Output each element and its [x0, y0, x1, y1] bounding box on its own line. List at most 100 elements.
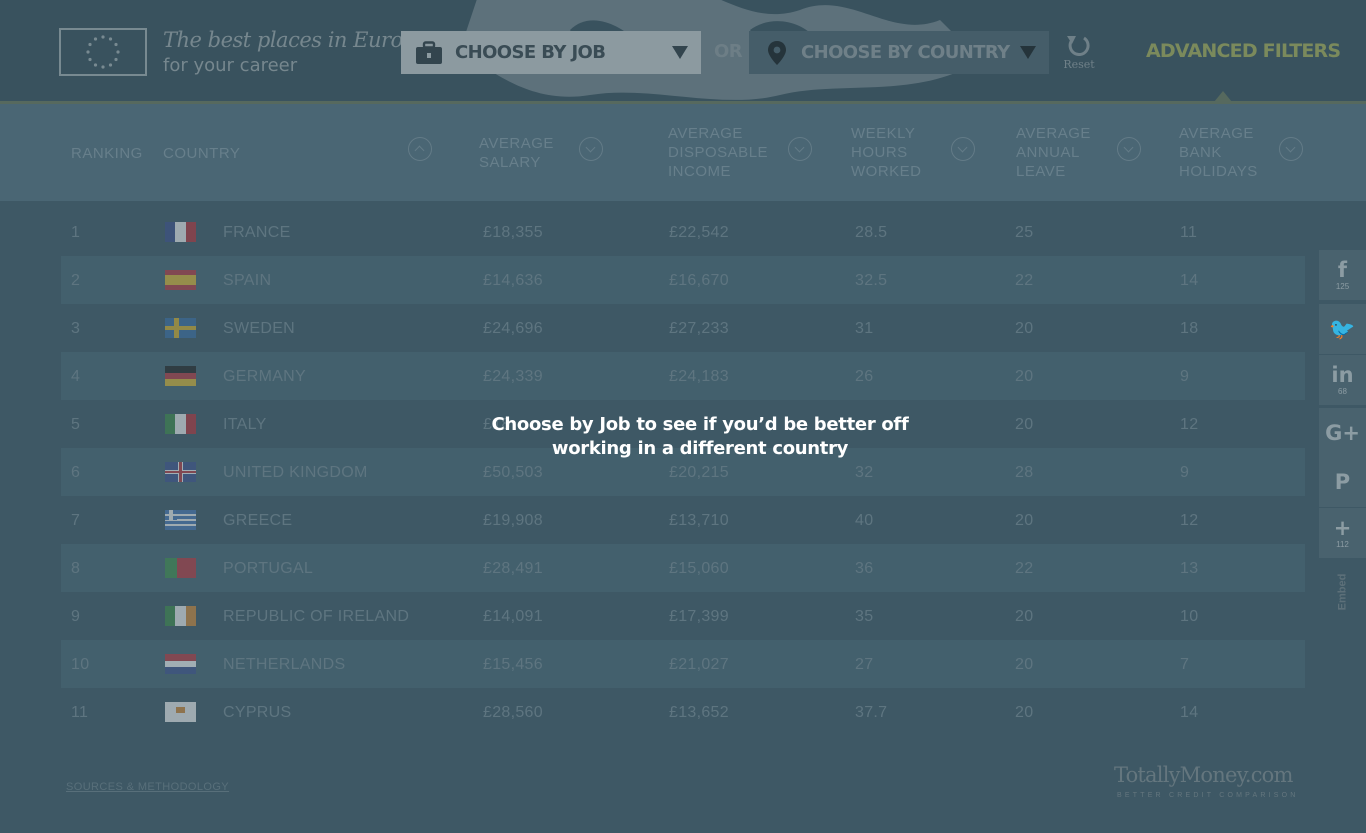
choose-job-prompt: Choose by Job to see if you’d be better …	[491, 414, 909, 459]
embed-button[interactable]: Embed	[1336, 574, 1350, 614]
cell-hours: 27	[855, 656, 874, 673]
table-row[interactable]: 4 GERMANY £24,339 £24,183 26 20 9	[61, 352, 1305, 400]
cell-hours: 28.5	[855, 224, 888, 241]
column-header-line: WEEKLY	[851, 125, 916, 142]
eu-flag-logo[interactable]	[59, 28, 147, 76]
reset-button[interactable]: Reset	[1062, 32, 1096, 74]
column-header-line: AVERAGE	[1016, 125, 1091, 142]
choose-by-country-select[interactable]: CHOOSE BY COUNTRY	[749, 31, 1049, 74]
column-header-line: AVERAGE	[668, 125, 743, 142]
cell-country[interactable]: SPAIN	[223, 272, 271, 290]
sources-methodology-link[interactable]: SOURCES & METHODOLOGY	[66, 781, 229, 793]
cell-country[interactable]: PORTUGAL	[223, 560, 313, 578]
cell-income: £22,542	[669, 224, 729, 241]
flag-ie-icon	[165, 606, 196, 626]
cell-income: £13,710	[669, 512, 729, 529]
more-share-icon: +	[1333, 516, 1352, 540]
table-row[interactable]: 3 SWEDEN £24,696 £27,233 31 20 18	[61, 304, 1305, 352]
cell-salary: £18,355	[483, 224, 543, 241]
cell-rank: 3	[71, 320, 81, 337]
table-row[interactable]: 7 GREECE £19,908 £13,710 40 20 12	[61, 496, 1305, 544]
table-row[interactable]: 10 NETHERLANDS £15,456 £21,027 27 20 7	[61, 640, 1305, 688]
column-header-disposable-income[interactable]: AVERAGE DISPOSABLE INCOME	[668, 124, 768, 181]
cell-salary: £28,491	[483, 560, 543, 577]
cell-leave: 28	[1015, 464, 1034, 481]
cell-country[interactable]: SWEDEN	[223, 320, 295, 338]
share-count: 125	[1335, 282, 1350, 291]
cell-country[interactable]: ITALY	[223, 416, 267, 434]
twitter-share-button[interactable]: 🐦	[1319, 304, 1366, 354]
table-row[interactable]: 9 REPUBLIC OF IRELAND £14,091 £17,399 35 20 10	[61, 592, 1305, 640]
cell-income: £21,027	[669, 656, 729, 673]
cell-salary: £14,636	[483, 272, 543, 289]
brand-logo[interactable]: TotallyMoney.com	[1114, 763, 1293, 787]
cell-hours: 26	[855, 368, 874, 385]
column-header-annual-leave[interactable]: AVERAGE ANNUAL LEAVE	[1016, 124, 1091, 181]
advanced-filters-pointer	[1214, 91, 1232, 102]
embed-label: Embed	[1336, 573, 1349, 611]
cell-holidays: 7	[1180, 656, 1190, 673]
cell-holidays: 14	[1180, 704, 1199, 721]
cell-country[interactable]: UNITED KINGDOM	[223, 464, 368, 482]
more-share-share-button[interactable]: +112	[1319, 508, 1366, 558]
column-header-country[interactable]: COUNTRY	[163, 144, 240, 163]
facebook-share-button[interactable]: f 125	[1319, 250, 1366, 300]
table-header: RANKING COUNTRY AVERAGE SALARY AVERAGE D…	[0, 104, 1366, 201]
column-header-line: AVERAGE	[479, 135, 554, 152]
google-plus-share-button[interactable]: G+	[1319, 408, 1366, 458]
share-count: 68	[1338, 387, 1347, 396]
sort-descending-icon[interactable]	[1117, 137, 1141, 161]
cell-income: £15,060	[669, 560, 729, 577]
cell-rank: 2	[71, 272, 81, 289]
eu-stars-icon	[86, 35, 120, 69]
cell-rank: 5	[71, 416, 81, 433]
cell-income: £13,652	[669, 704, 729, 721]
cell-country[interactable]: CYPRUS	[223, 704, 291, 722]
pinterest-share-button[interactable]: P	[1319, 457, 1366, 507]
site-header: The best places in Europe for your caree…	[0, 0, 1366, 104]
sort-descending-icon[interactable]	[579, 137, 603, 161]
cell-country[interactable]: FRANCE	[223, 224, 291, 242]
column-header-ranking[interactable]: RANKING	[71, 144, 143, 163]
column-header-line: SALARY	[479, 154, 541, 171]
cell-rank: 9	[71, 608, 81, 625]
table-row[interactable]: 8 PORTUGAL £28,491 £15,060 36 22 13	[61, 544, 1305, 592]
sort-descending-icon[interactable]	[788, 137, 812, 161]
sort-descending-icon[interactable]	[1279, 137, 1303, 161]
advanced-filters-button[interactable]: ADVANCED FILTERS	[1146, 40, 1341, 62]
cell-leave: 25	[1015, 224, 1034, 241]
cell-holidays: 9	[1180, 368, 1190, 385]
cell-country[interactable]: NETHERLANDS	[223, 656, 345, 674]
cell-rank: 4	[71, 368, 81, 385]
column-header-bank-holidays[interactable]: AVERAGE BANK HOLIDAYS	[1179, 124, 1258, 181]
column-header-weekly-hours[interactable]: WEEKLY HOURS WORKED	[851, 124, 922, 181]
table-row[interactable]: 2 SPAIN £14,636 £16,670 32.5 22 14	[61, 256, 1305, 304]
linkedin-icon: in	[1331, 363, 1354, 387]
linkedin-share-button[interactable]: in 68	[1319, 355, 1366, 405]
sort-descending-icon[interactable]	[951, 137, 975, 161]
choose-by-job-select[interactable]: CHOOSE BY JOB	[401, 31, 701, 74]
cell-country[interactable]: GERMANY	[223, 368, 306, 386]
table-row[interactable]: 11 CYPRUS £28,560 £13,652 37.7 20 14	[61, 688, 1305, 736]
cell-leave: 20	[1015, 416, 1034, 433]
flag-gb-icon	[165, 462, 196, 482]
cell-country[interactable]: REPUBLIC OF IRELAND	[223, 608, 409, 626]
chevron-down-icon	[1020, 46, 1036, 59]
facebook-icon: f	[1337, 258, 1348, 282]
table-row[interactable]: 1 FRANCE £18,355 £22,542 28.5 25 11	[61, 208, 1305, 256]
cell-leave: 22	[1015, 272, 1034, 289]
column-header-line: INCOME	[668, 163, 731, 180]
flag-es-icon	[165, 270, 196, 290]
cell-holidays: 11	[1180, 224, 1198, 241]
flag-it-icon	[165, 414, 196, 434]
cell-salary: £50,503	[483, 464, 543, 481]
cell-rank: 1	[71, 224, 81, 241]
cell-country[interactable]: GREECE	[223, 512, 292, 530]
cell-salary: £28,560	[483, 704, 543, 721]
twitter-icon: 🐦	[1329, 317, 1356, 341]
flag-gr-icon	[165, 510, 196, 530]
share-count: 112	[1336, 540, 1349, 549]
sort-ascending-icon[interactable]	[408, 137, 432, 161]
cell-rank: 6	[71, 464, 81, 481]
column-header-salary[interactable]: AVERAGE SALARY	[479, 134, 554, 172]
